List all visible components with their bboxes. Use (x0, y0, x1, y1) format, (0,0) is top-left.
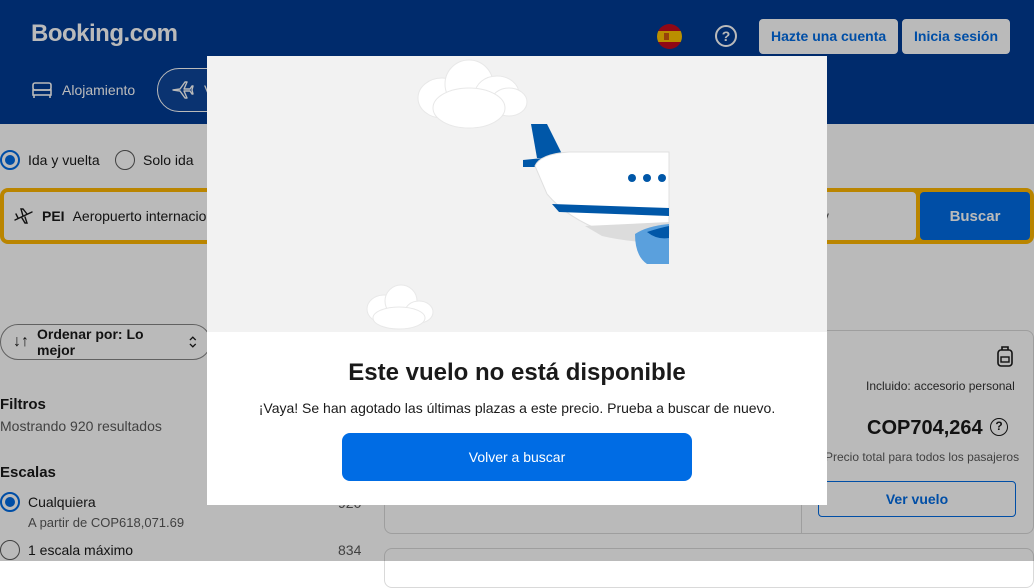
plane-fuselage (534, 151, 670, 235)
plane-clouds-illustration (366, 59, 670, 330)
modal-message: ¡Vaya! Se han agotado las últimas plazas… (258, 400, 776, 416)
cloud-bottom-icon (366, 284, 434, 330)
unavailable-flight-modal: Este vuelo no está disponible ¡Vaya! Se … (207, 56, 827, 505)
search-again-button[interactable]: Volver a buscar (342, 433, 692, 481)
plane-illustration (207, 56, 827, 332)
modal-title: Este vuelo no está disponible (348, 359, 686, 386)
cloud-top-icon (417, 59, 528, 129)
